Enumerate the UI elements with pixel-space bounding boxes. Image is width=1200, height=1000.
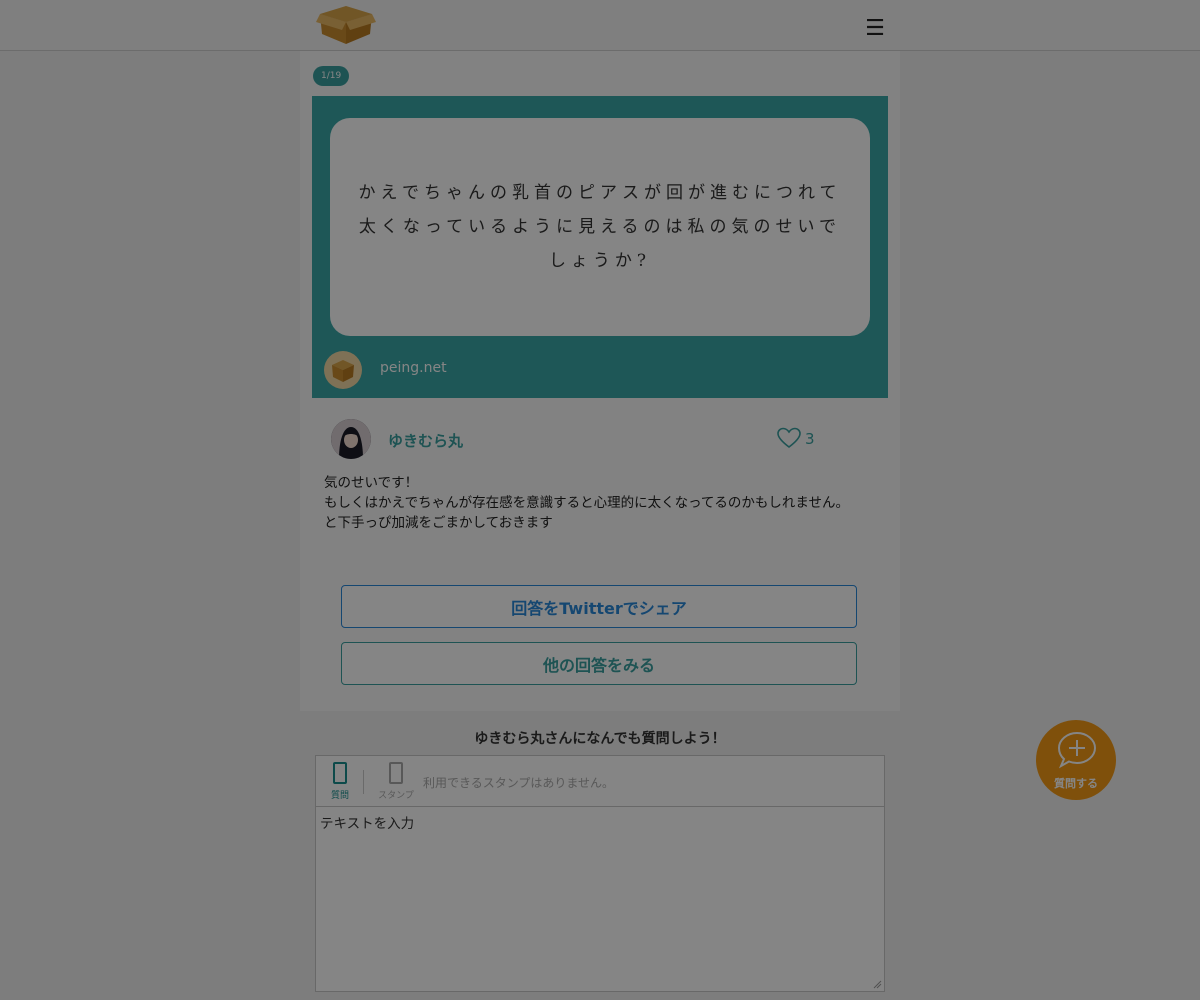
close-icon[interactable] — [446, 372, 498, 424]
modal-overlay[interactable] — [0, 0, 1200, 1000]
